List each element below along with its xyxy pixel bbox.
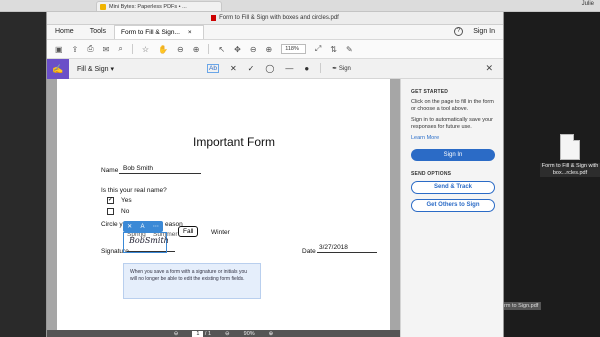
top-right-controls: ? Sign In [454, 27, 495, 36]
get-started-heading: GET STARTED [411, 89, 449, 95]
close-tab-icon[interactable]: × [188, 26, 192, 39]
hand-icon[interactable]: ✋ [158, 45, 168, 54]
no-checkbox[interactable] [107, 208, 114, 215]
tab-tools[interactable]: Tools [82, 24, 114, 39]
sign-tool[interactable]: ✒ Sign [332, 65, 351, 72]
help-icon[interactable]: ? [454, 27, 464, 36]
zoom-in-2-icon[interactable]: ⊕ [266, 45, 273, 54]
close-icon[interactable]: ✕ [485, 63, 493, 74]
options-icon[interactable]: ⋯ [153, 223, 159, 230]
get-started-text: Click on the page to fill in the form or… [411, 99, 494, 112]
winter-label: Winter [211, 229, 230, 236]
yes-label: Yes [121, 197, 132, 204]
fill-sign-tools: Ab ✕ ✓ ◯ — ● ✒ Sign [207, 63, 351, 73]
form-title: Important Form [193, 135, 276, 149]
user-name[interactable]: Julie [582, 1, 594, 7]
pan-icon[interactable]: ✥ [234, 45, 241, 54]
save-icon[interactable]: ▣ [55, 45, 63, 54]
sign-in-text: Sign in to automatically save your respo… [411, 117, 493, 130]
zoom-out-2-icon[interactable]: ⊖ [250, 45, 257, 54]
zoom-in-bottom-icon[interactable]: ⊕ [269, 331, 274, 337]
circle-tool-icon[interactable]: ◯ [265, 64, 274, 73]
fill-sign-label[interactable]: Fill & Sign ▾ [77, 65, 114, 73]
signature-value[interactable]: BobSmith [129, 236, 169, 245]
scroll-icon[interactable]: ⇅ [330, 45, 337, 54]
bottom-zoom[interactable]: 90% [244, 331, 255, 337]
document-viewport[interactable]: Important Form Name Bob Smith Is this yo… [47, 79, 400, 337]
divider [131, 44, 133, 54]
divider [320, 63, 322, 73]
upload-icon[interactable]: ⇪ [72, 45, 79, 54]
name-value[interactable]: Bob Smith [123, 165, 153, 172]
tab-row: Home Tools Form to Fill & Sign... × ? Si… [47, 25, 503, 40]
tab-document[interactable]: Form to Fill & Sign... × [114, 25, 205, 39]
cross-mark-icon[interactable]: ✕ [230, 64, 237, 73]
print-icon[interactable]: ⎙ [87, 44, 93, 54]
browser-strip: Mini Bytes: Paperless PDFs • ... Julie [0, 0, 600, 12]
circle-prefix: Circle y [101, 221, 123, 228]
fill-sign-bar: ✍ Fill & Sign ▾ Ab ✕ ✓ ◯ — ● ✒ Sign ✕ [47, 58, 503, 79]
signature-mini-toolbar: ✕ A ⋯ [123, 221, 163, 232]
get-others-to-sign-button[interactable]: Get Others to Sign [411, 199, 495, 212]
pdf-page[interactable]: Important Form Name Bob Smith Is this yo… [57, 79, 390, 335]
zoom-select[interactable]: 118% [281, 44, 306, 54]
dot-tool-icon[interactable]: ● [304, 64, 309, 73]
page-nav-bar: ⊖ 1 / 1 ⊖ 90% ⊕ [47, 330, 400, 337]
zoom-out-bottom-icon[interactable]: ⊖ [225, 331, 230, 337]
desktop-file-label: Form to Fill & Sign with box...rcles.pdf [540, 163, 600, 177]
bookmark-icon[interactable]: ☆ [142, 45, 149, 54]
desktop-file[interactable]: Form to Fill & Sign with box...rcles.pdf [540, 134, 600, 177]
sign-in-link[interactable]: Sign In [473, 28, 495, 35]
date-label: Date [302, 248, 316, 255]
save-warning-tooltip: When you save a form with a signature or… [123, 263, 261, 299]
pointer-icon[interactable]: ↖ [218, 45, 225, 54]
acrobat-window: Form to Fill & Sign with boxes and circl… [46, 12, 504, 337]
no-label: No [121, 208, 130, 215]
yes-checkbox[interactable]: ✓ [107, 197, 114, 204]
line-tool-icon[interactable]: — [285, 64, 293, 73]
right-panel: GET STARTED Click on the page to fill in… [400, 79, 503, 337]
fall-circled[interactable]: Fall [178, 226, 199, 237]
question-label: Is this your real name? [101, 187, 167, 194]
search-icon[interactable]: ⌕ [118, 44, 122, 54]
learn-more-link[interactable]: Learn More [411, 135, 495, 141]
main-toolbar: ▣ ⇪ ⎙ ✉ ⌕ ☆ ✋ ⊖ ⊕ ↖ ✥ ⊖ ⊕ 118% ⤢ ⇅ ✎ [47, 40, 503, 59]
page-indicator: 1 / 1 [192, 330, 211, 337]
delete-icon[interactable]: ✕ [127, 223, 132, 230]
send-options-heading: SEND OPTIONS [411, 171, 452, 177]
mail-icon[interactable]: ✉ [103, 45, 110, 54]
desktop-file-bottom[interactable]: orm to Sign.pdf [498, 302, 542, 310]
pdf-icon [211, 15, 217, 21]
date-value[interactable]: 3/27/2018 [319, 244, 348, 251]
browser-tab[interactable]: Mini Bytes: Paperless PDFs • ... [96, 1, 222, 11]
window-title: Form to Fill & Sign with boxes and circl… [219, 15, 339, 21]
browser-tab-title: Mini Bytes: Paperless PDFs • ... [109, 3, 187, 10]
name-label: Name [101, 167, 119, 174]
zoom-in-icon[interactable]: ⊕ [193, 45, 200, 54]
sign-in-button[interactable]: Sign In [411, 149, 495, 161]
fill-sign-icon: ✍ [47, 58, 69, 79]
pdf-file-icon [560, 134, 580, 160]
font-size-icon[interactable]: A [141, 224, 145, 230]
comment-icon[interactable]: ✎ [346, 45, 353, 54]
fit-page-icon[interactable]: ⤢ [315, 44, 321, 54]
tab-document-label: Form to Fill & Sign... [121, 29, 180, 36]
add-text-tool[interactable]: Ab [207, 63, 219, 73]
prev-page-icon[interactable]: ⊖ [174, 331, 179, 337]
zoom-out-icon[interactable]: ⊖ [177, 45, 184, 54]
page-current[interactable]: 1 [192, 330, 204, 337]
check-mark-icon[interactable]: ✓ [248, 64, 255, 73]
send-track-button[interactable]: Send & Track [411, 181, 495, 194]
tab-home[interactable]: Home [47, 24, 82, 39]
favicon-icon [100, 3, 106, 10]
divider [208, 44, 210, 54]
window-titlebar: Form to Fill & Sign with boxes and circl… [47, 12, 503, 25]
